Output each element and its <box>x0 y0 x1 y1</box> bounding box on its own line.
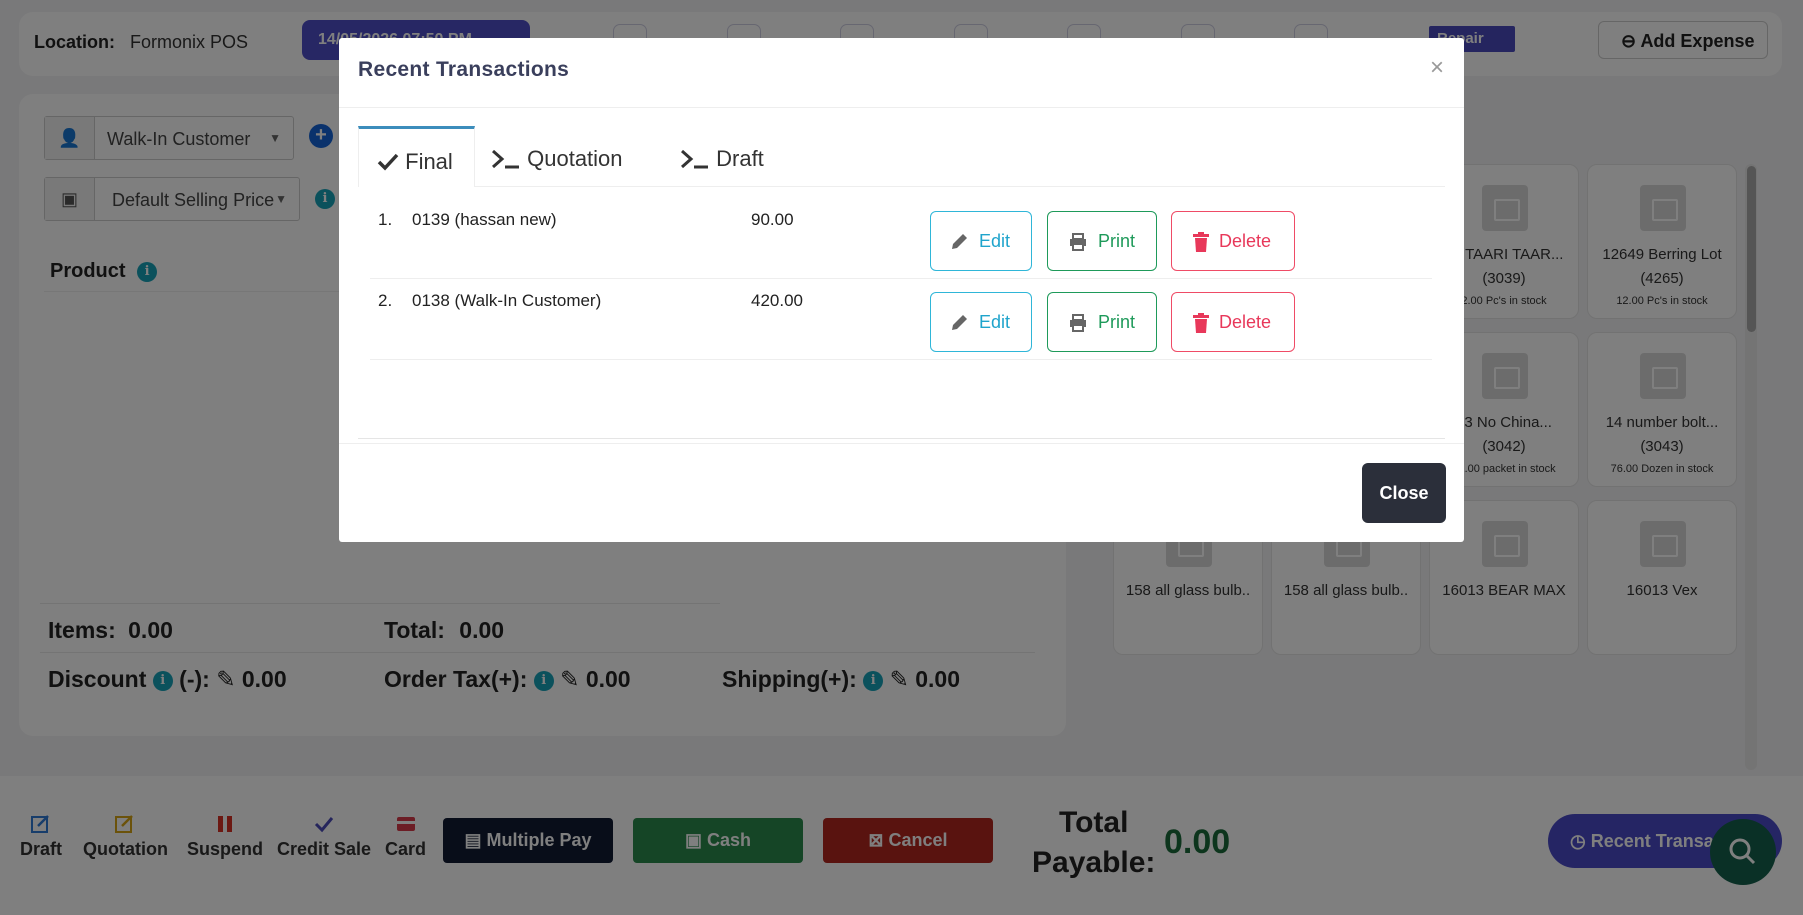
transaction-index: 1. <box>378 210 393 229</box>
print-button[interactable]: Print <box>1047 292 1157 352</box>
printer-icon <box>1070 314 1086 332</box>
transaction-amount: 90.00 <box>751 210 794 229</box>
close-button[interactable]: Close <box>1362 463 1446 523</box>
transaction-tabs: Final Quotation Draft 1. 0139 (hassan ne… <box>358 126 1445 439</box>
pencil-icon <box>952 315 967 330</box>
print-label: Print <box>1098 312 1136 332</box>
edit-button[interactable]: Edit <box>930 211 1032 271</box>
printer-icon <box>1070 233 1086 251</box>
modal-title: Recent Transactions <box>358 58 570 81</box>
transaction-index: 2. <box>378 291 393 310</box>
pencil-icon <box>952 234 967 249</box>
delete-button[interactable]: Delete <box>1171 292 1295 352</box>
tab-final[interactable]: Final <box>358 126 475 187</box>
terminal-icon <box>681 149 708 169</box>
tab-draft-label: Draft <box>716 146 764 171</box>
tab-final-label: Final <box>405 149 453 174</box>
edit-button[interactable]: Edit <box>930 292 1032 352</box>
delete-label: Delete <box>1219 231 1272 251</box>
transaction-name: 0138 (Walk-In Customer) <box>412 291 602 310</box>
edit-label: Edit <box>979 312 1011 332</box>
edit-label: Edit <box>979 231 1011 251</box>
recent-transactions-modal: Recent Transactions × Final Quotation Dr… <box>339 38 1464 542</box>
print-label: Print <box>1098 231 1136 251</box>
delete-button[interactable]: Delete <box>1171 211 1295 271</box>
check-icon <box>377 153 399 171</box>
delete-label: Delete <box>1219 312 1272 332</box>
tab-draft[interactable]: Draft <box>680 126 764 187</box>
close-icon[interactable]: × <box>1430 54 1444 82</box>
tab-quotation-label: Quotation <box>527 146 623 171</box>
print-button[interactable]: Print <box>1047 211 1157 271</box>
terminal-icon <box>492 149 519 169</box>
transaction-amount: 420.00 <box>751 291 803 310</box>
transaction-name: 0139 (hassan new) <box>412 210 557 229</box>
modal-header: Recent Transactions × <box>339 38 1464 108</box>
tab-quotation[interactable]: Quotation <box>491 126 623 187</box>
trash-icon <box>1193 232 1209 252</box>
modal-footer-divider <box>339 443 1464 444</box>
trash-icon <box>1193 313 1209 333</box>
